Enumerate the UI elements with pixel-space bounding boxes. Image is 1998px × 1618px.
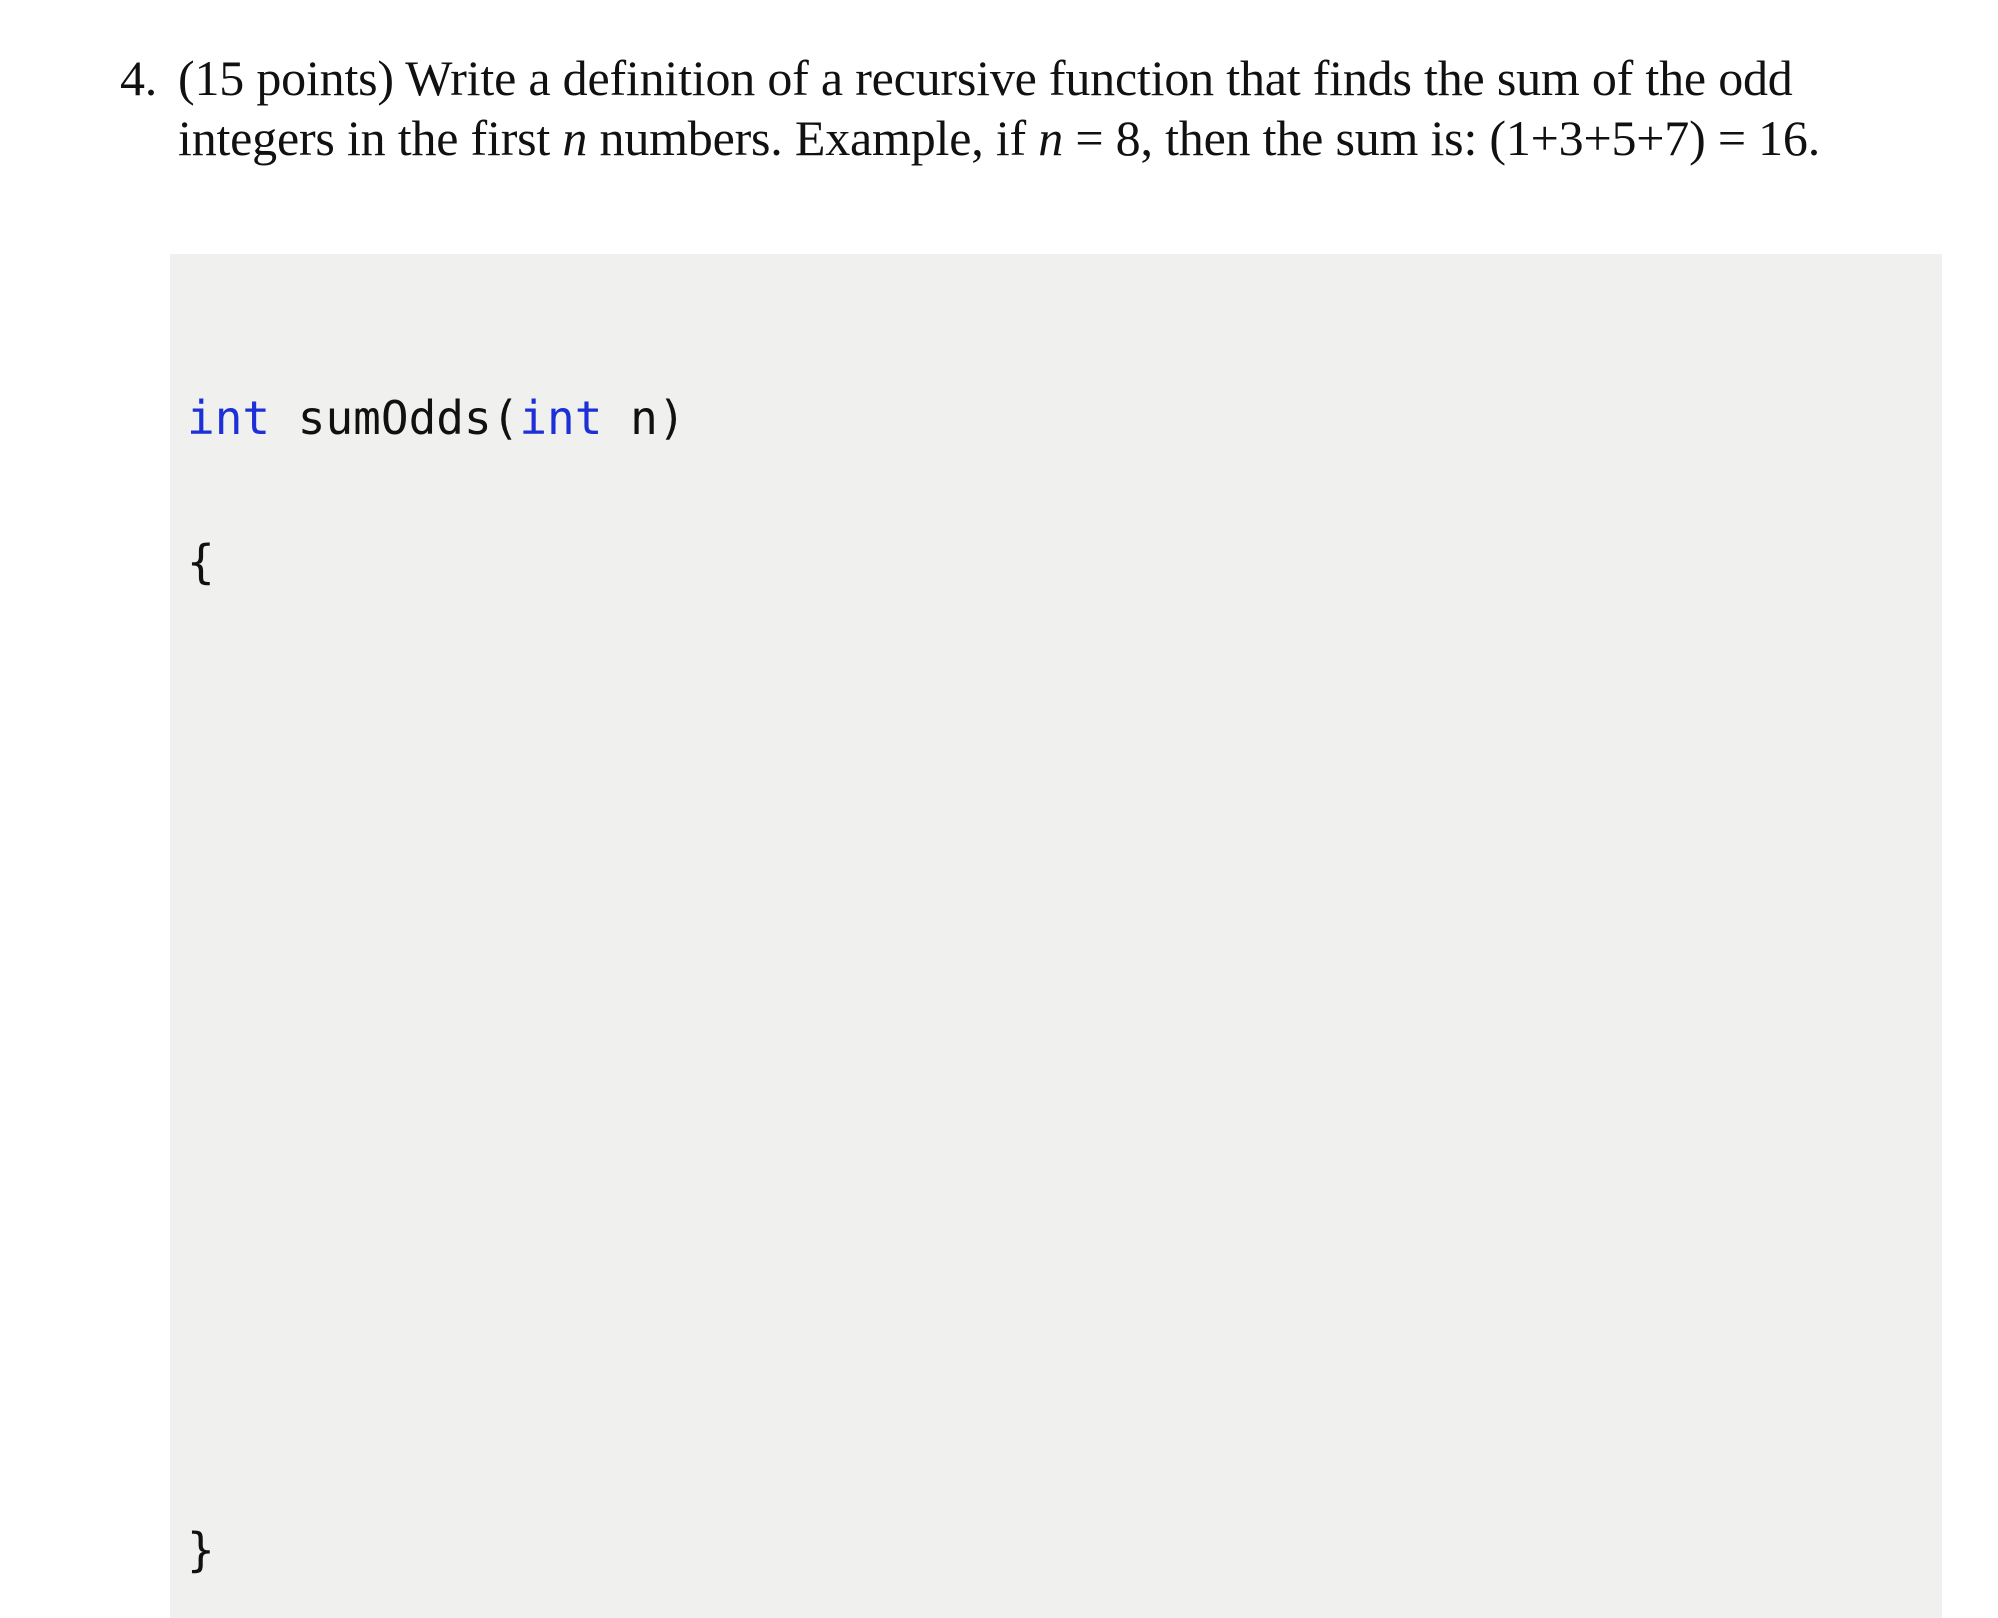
function-name: sumOdds( [270,391,520,445]
function-signature-line: int sumOdds(int n) [187,394,686,442]
close-brace: } [187,1523,215,1577]
question-points: (15 points) [178,50,394,106]
question-line-2-part-c: = 8, then the sum is: (1+3+5+7) = 16. [1063,110,1821,166]
math-variable-n: n [562,110,588,166]
question-prompt: 4. (15 points) Write a definition of a r… [120,48,1960,168]
open-brace: { [187,535,215,589]
question-line-1: (15 points) Write a definition of a recu… [178,48,1960,108]
question-text: (15 points) Write a definition of a recu… [178,48,1960,168]
param-type-keyword: int [519,391,603,445]
question-line-1-text: Write a definition of a recursive functi… [393,50,1793,106]
param-name: n) [602,391,686,445]
answer-code-box[interactable]: int sumOdds(int n) { } [170,254,1942,1618]
code-signature: int sumOdds(int n) { [187,298,686,682]
question-number: 4. [120,50,158,106]
return-type-keyword: int [187,391,271,445]
math-variable-n-example: n [1038,110,1064,166]
question-line-2-part-b: numbers. Example, if [587,110,1039,166]
question-line-2: integers in the first n numbers. Example… [178,108,1960,168]
question-line-2-part-a: integers in the first [178,110,563,166]
